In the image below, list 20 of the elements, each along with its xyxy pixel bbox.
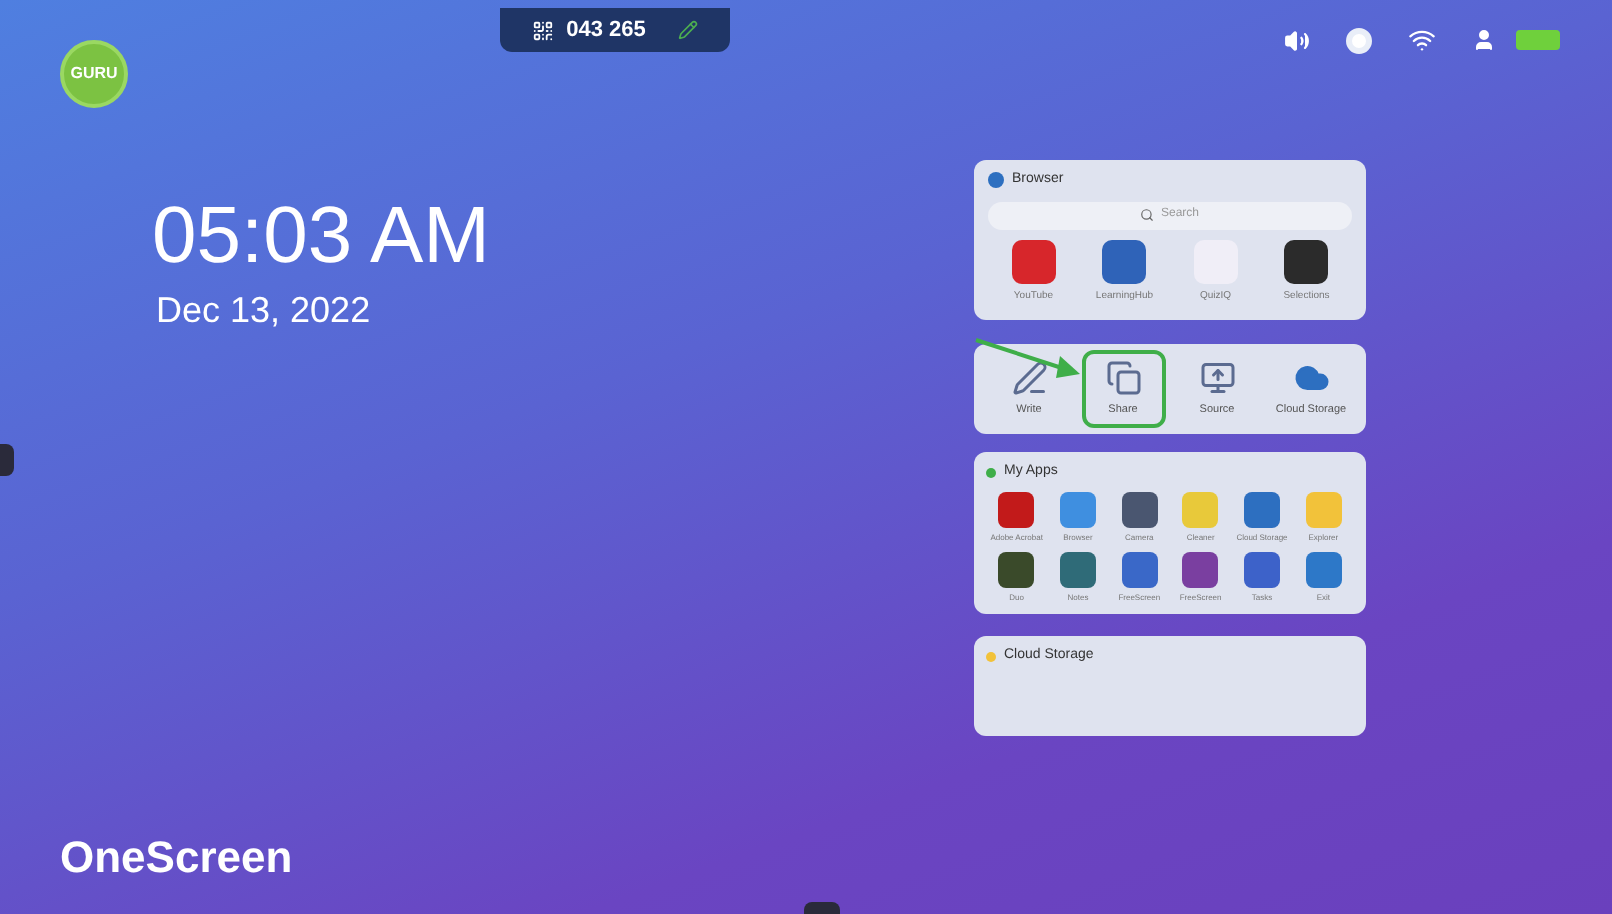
code-icon — [532, 19, 555, 41]
battery-icon — [1516, 30, 1560, 50]
cloud-icon — [1293, 360, 1329, 396]
screens-icon — [1105, 360, 1141, 396]
search-icon — [1140, 208, 1155, 222]
clock-time: 05:03 AM — [152, 196, 491, 276]
pen-icon — [1011, 360, 1047, 396]
globe-icon — [988, 172, 1004, 189]
monitor-icon — [1199, 360, 1235, 396]
bottom-handle[interactable] — [804, 902, 840, 914]
brand-logo: OneScreen — [60, 830, 293, 886]
clock-date: Dec 13, 2022 — [156, 292, 371, 328]
volume-icon[interactable] — [1284, 27, 1310, 53]
pencil-icon[interactable] — [677, 20, 698, 40]
side-handle[interactable] — [0, 444, 14, 476]
user-icon[interactable] — [1472, 28, 1496, 52]
wifi-icon[interactable] — [1408, 26, 1436, 54]
logo-badge[interactable]: GURU — [60, 40, 128, 108]
room-code: 043 265 — [566, 15, 646, 46]
annotation-arrow — [972, 334, 1084, 382]
